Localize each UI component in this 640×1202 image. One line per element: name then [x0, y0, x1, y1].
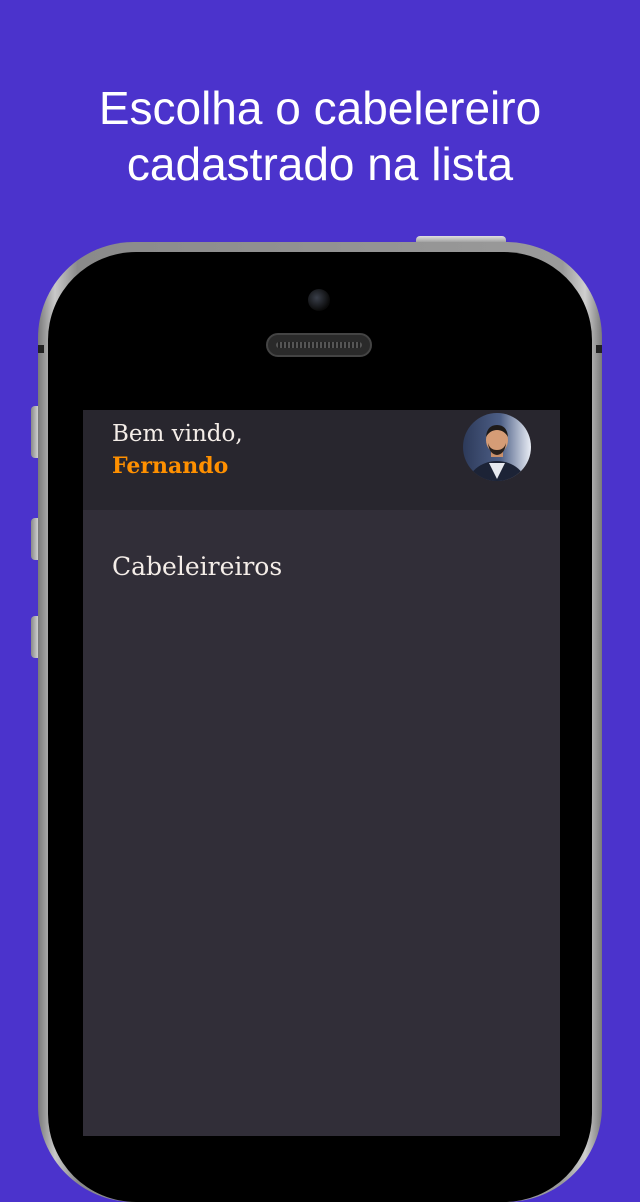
phone-bezel-notch-right	[596, 345, 602, 353]
earpiece-speaker	[266, 333, 372, 357]
app-header: Bem vindo, Fernando	[83, 410, 560, 510]
promo-headline: Escolha o cabelereiro cadastrado na list…	[0, 80, 640, 192]
front-camera-icon	[308, 289, 330, 311]
app-screen: Bem vindo, Fernando Cabeleireiros	[83, 410, 560, 1136]
phone-bezel-notch-left	[38, 345, 44, 353]
user-avatar-icon	[467, 425, 527, 481]
user-name[interactable]: Fernando	[112, 450, 228, 482]
user-avatar[interactable]	[463, 413, 531, 481]
promo-headline-line-2: cadastrado na lista	[126, 138, 514, 190]
section-title: Cabeleireiros	[112, 552, 283, 581]
greeting-text: Bem vindo,	[112, 421, 243, 447]
promo-headline-line-1: Escolha o cabelereiro	[98, 82, 542, 134]
